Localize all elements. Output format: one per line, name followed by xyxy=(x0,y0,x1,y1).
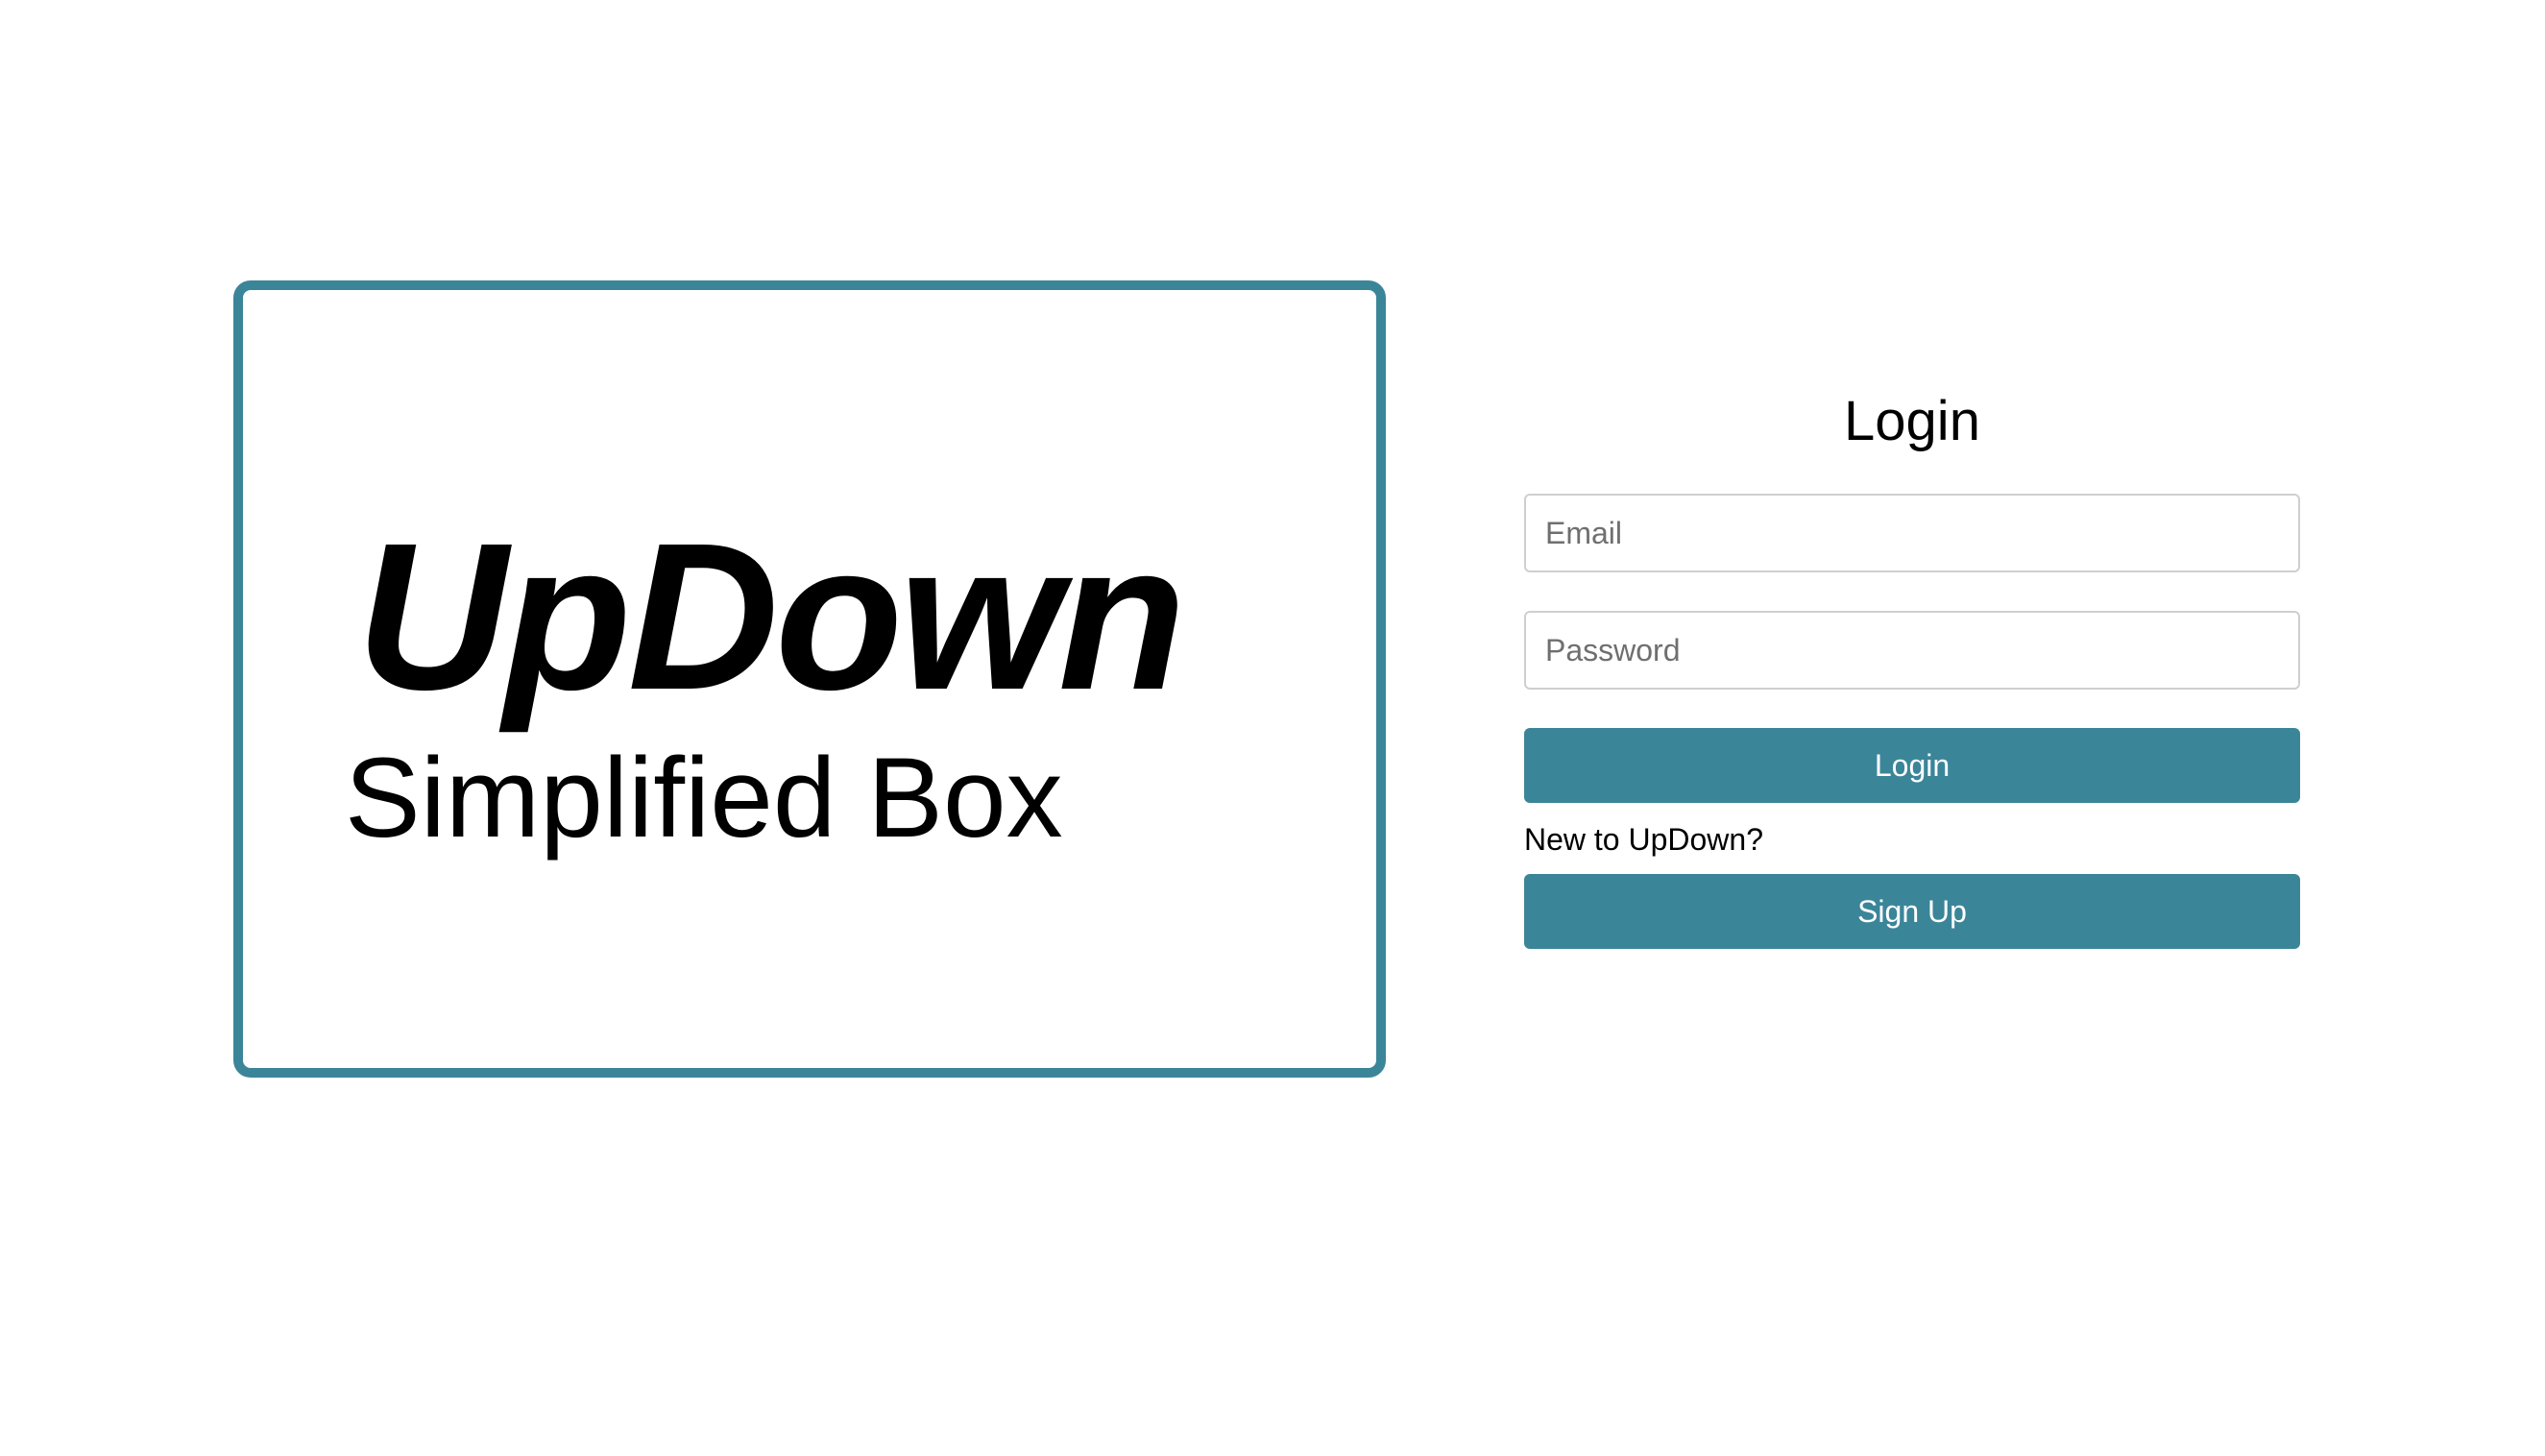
email-field[interactable] xyxy=(1524,494,2300,572)
signup-button[interactable]: Sign Up xyxy=(1524,874,2300,949)
login-page: UpDown Simplified Box Login Login New to… xyxy=(0,0,2545,1456)
brand-card: UpDown Simplified Box xyxy=(233,280,1386,1078)
login-button[interactable]: Login xyxy=(1524,728,2300,803)
login-heading: Login xyxy=(1844,390,1980,452)
brand-tagline: Simplified Box xyxy=(345,735,1063,861)
new-user-prompt: New to UpDown? xyxy=(1524,822,1763,857)
brand-logo-text: UpDown xyxy=(356,500,1186,734)
password-field[interactable] xyxy=(1524,611,2300,690)
login-form: Login Login New to UpDown? Sign Up xyxy=(1524,384,2300,949)
